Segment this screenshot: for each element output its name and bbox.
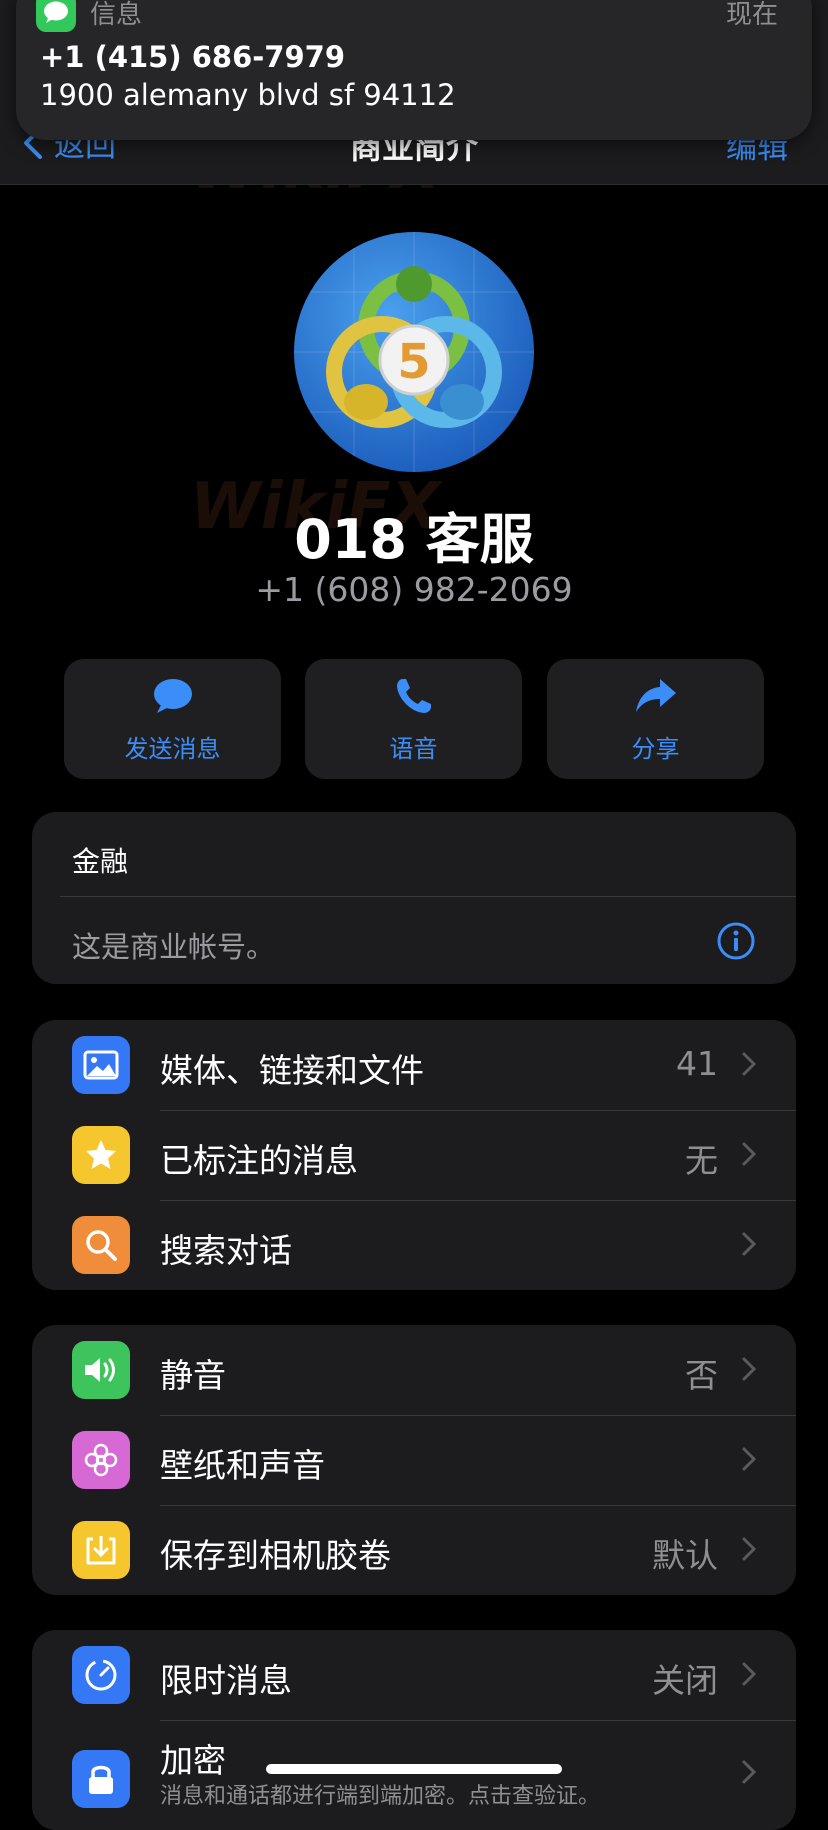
- search-icon: [72, 1216, 130, 1274]
- chat-settings-group: 静音 否 壁纸和声音 保存到相机胶卷 默认: [32, 1325, 796, 1595]
- search-conversation-row[interactable]: 搜索对话: [32, 1200, 796, 1290]
- row-label: 保存到相机胶卷: [160, 1536, 391, 1575]
- lock-icon: [72, 1750, 130, 1808]
- privacy-group: 限时消息 关闭 加密 消息和通话都进行端到端加密。点击查验证。: [32, 1630, 796, 1830]
- phone-icon: [396, 679, 431, 713]
- row-label: 已标注的消息: [160, 1141, 358, 1180]
- timer-icon: [72, 1646, 130, 1704]
- share-label: 分享: [631, 735, 680, 763]
- row-label: 媒体、链接和文件: [160, 1051, 424, 1090]
- row-value: 41: [676, 1044, 718, 1083]
- chevron-right-icon: [742, 1537, 757, 1565]
- message-bubble-icon: [153, 679, 192, 713]
- messages-app-icon: [36, 0, 76, 32]
- notification-app-name: 信息: [90, 0, 143, 30]
- media-links-files-row[interactable]: 媒体、链接和文件 41: [32, 1020, 796, 1110]
- notification-time: 现在: [725, 0, 778, 30]
- share-arrow-icon: [635, 679, 676, 712]
- chat-content-group: 媒体、链接和文件 41 已标注的消息 无 搜索对话: [32, 1020, 796, 1290]
- photo-icon: [72, 1036, 130, 1094]
- download-icon: [72, 1521, 130, 1579]
- home-indicator[interactable]: [266, 1764, 562, 1774]
- avatar[interactable]: 5: [294, 232, 534, 472]
- mute-row[interactable]: 静音 否: [32, 1325, 796, 1415]
- chevron-right-icon: [742, 1142, 757, 1170]
- speaker-icon: [72, 1341, 130, 1399]
- svg-text:5: 5: [397, 334, 430, 390]
- chevron-right-icon: [742, 1662, 757, 1690]
- share-button[interactable]: 分享: [547, 659, 764, 779]
- business-account-note: 这是商业帐号。: [72, 930, 276, 964]
- metatrader-logo-icon: 5: [294, 232, 534, 472]
- star-icon: [72, 1126, 130, 1184]
- row-sublabel: 消息和通话都进行端到端加密。点击查验证。: [160, 1784, 601, 1809]
- row-label: 静音: [160, 1356, 226, 1395]
- notification-body: 1900 alemany blvd sf 94112: [40, 78, 456, 112]
- starred-messages-row[interactable]: 已标注的消息 无: [32, 1110, 796, 1200]
- row-value: 默认: [652, 1536, 718, 1575]
- business-category: 金融: [72, 845, 129, 878]
- chevron-right-icon: [742, 1357, 757, 1385]
- row-label: 加密: [160, 1741, 226, 1780]
- row-label: 壁纸和声音: [160, 1446, 325, 1485]
- send-message-button[interactable]: 发送消息: [64, 659, 281, 779]
- contact-phone[interactable]: +1 (608) 982-2069: [0, 570, 828, 609]
- flower-icon: [72, 1431, 130, 1489]
- row-label: 限时消息: [160, 1661, 292, 1700]
- chevron-right-icon: [742, 1760, 757, 1788]
- business-info-card: 金融 这是商业帐号。: [32, 812, 796, 984]
- wallpaper-sound-row[interactable]: 壁纸和声音: [32, 1415, 796, 1505]
- row-value: 无: [685, 1141, 718, 1180]
- divider: [60, 896, 796, 897]
- notification-banner[interactable]: 信息 现在 +1 (415) 686-7979 1900 alemany blv…: [16, 0, 812, 140]
- send-message-label: 发送消息: [124, 735, 221, 763]
- save-to-camera-roll-row[interactable]: 保存到相机胶卷 默认: [32, 1505, 796, 1595]
- row-value: 否: [685, 1356, 718, 1395]
- disappearing-messages-row[interactable]: 限时消息 关闭: [32, 1630, 796, 1720]
- row-value: 关闭: [652, 1661, 718, 1700]
- info-icon[interactable]: [716, 921, 756, 965]
- chevron-right-icon: [742, 1052, 757, 1080]
- chevron-right-icon: [742, 1447, 757, 1475]
- chevron-right-icon: [742, 1232, 757, 1260]
- row-label: 搜索对话: [160, 1231, 292, 1270]
- contact-name: 018 客服: [294, 508, 534, 571]
- voice-label: 语音: [389, 735, 438, 763]
- notification-title: +1 (415) 686-7979: [40, 40, 345, 74]
- encryption-row[interactable]: 加密 消息和通话都进行端到端加密。点击查验证。: [32, 1720, 796, 1830]
- voice-call-button[interactable]: 语音: [305, 659, 522, 779]
